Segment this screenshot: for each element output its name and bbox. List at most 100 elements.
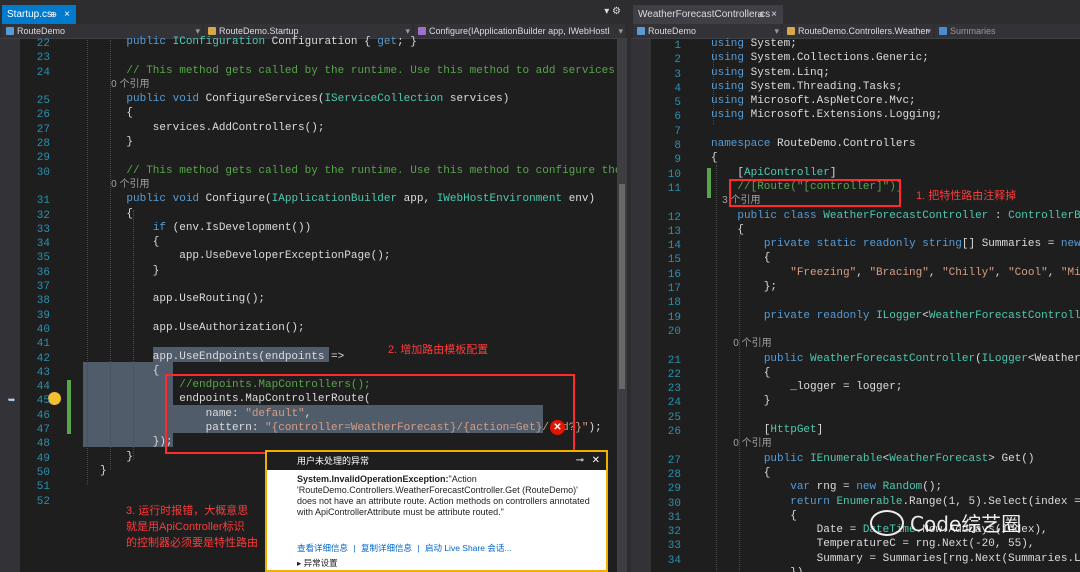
code-line[interactable]: }; (711, 280, 1080, 294)
code-line[interactable]: { (100, 235, 627, 249)
tab-overflow-icon[interactable]: ▾ ⚙ (604, 6, 621, 17)
code-line[interactable]: [ApiController] (711, 166, 1080, 180)
line-number: 9 (674, 154, 681, 167)
code-line[interactable]: ​ (711, 123, 1080, 137)
line-number: 1 (674, 40, 681, 52)
line-number: 31 (667, 511, 681, 524)
code-line[interactable]: return Enumerable.Range(1, 5).Select(ind… (711, 495, 1080, 509)
code-line[interactable]: ​ (711, 294, 1080, 308)
annotation-remove-route: 1. 把特性路由注释掉 (916, 190, 1017, 202)
code-line[interactable]: using System.Linq; (711, 66, 1080, 80)
code-line[interactable]: _logger = logger; (711, 380, 1080, 394)
code-line[interactable]: [HttpGet] (711, 423, 1080, 437)
code-line[interactable]: public IEnumerable<WeatherForecast> Get(… (711, 452, 1080, 466)
annotation-line: 3. 运行时报错，大概意思 (126, 505, 249, 517)
code-line[interactable]: 0 个引用 (100, 178, 627, 192)
code-line[interactable]: 0 个引用 (711, 437, 1080, 451)
code-line[interactable]: private static readonly string[] Summari… (711, 237, 1080, 251)
copy-details-link[interactable]: 复制详细信息 (361, 543, 412, 553)
view-details-link[interactable]: 查看详细信息 (297, 543, 348, 553)
separator: | (353, 543, 356, 553)
code-line[interactable]: ​ (711, 409, 1080, 423)
code-line[interactable]: using System; (711, 37, 1080, 51)
code-line[interactable]: public WeatherForecastController(ILogger… (711, 352, 1080, 366)
current-statement-arrow-icon: ➥ (8, 393, 16, 407)
code-line[interactable]: TemperatureC = rng.Next(-20, 55), (711, 537, 1080, 551)
left-vertical-scrollbar[interactable] (617, 39, 627, 572)
code-line[interactable]: { (711, 251, 1080, 265)
code-line[interactable]: ​ (100, 307, 627, 321)
code-line[interactable]: { (711, 151, 1080, 165)
code-line[interactable]: } (100, 135, 627, 149)
code-line[interactable]: if (env.IsDevelopment()) (100, 221, 627, 235)
tab-weatherforecastcontroller-cs[interactable]: WeatherForecastController.cs ⊕ × (633, 5, 783, 24)
line-number: 15 (667, 254, 681, 267)
line-number: 41 (36, 338, 50, 351)
line-number: 10 (667, 168, 681, 181)
line-number: 34 (36, 238, 50, 251)
code-line[interactable]: ​ (711, 323, 1080, 337)
code-line[interactable]: using Microsoft.Extensions.Logging; (711, 108, 1080, 122)
annotation-runtime-error: 3. 运行时报错，大概意思 就是用ApiController标识 的控制器必须要… (126, 503, 266, 551)
line-number: 39 (36, 309, 50, 322)
code-line[interactable]: } (100, 264, 627, 278)
exception-settings-toggle[interactable]: ▸ 异常设置 (297, 557, 338, 569)
code-line[interactable]: Summary = Summaries[rng.Next(Summaries.L… (711, 552, 1080, 566)
code-line[interactable]: private readonly ILogger<WeatherForecast… (711, 309, 1080, 323)
class-icon (208, 27, 216, 35)
code-line[interactable]: { (711, 466, 1080, 480)
controller-code[interactable]: using System; using System.Collections.Ge… (711, 37, 1080, 572)
code-line[interactable]: app.UseDeveloperExceptionPage(); (100, 249, 627, 263)
code-line[interactable]: ​ (100, 49, 627, 63)
close-icon[interactable]: × (64, 5, 70, 24)
code-line[interactable]: app.UseRouting(); (100, 292, 627, 306)
scrollbar-thumb[interactable] (619, 184, 625, 389)
code-line[interactable]: public class WeatherForecastController :… (711, 209, 1080, 223)
tab-startup-cs[interactable]: Startup.cs ⊕ × (2, 5, 76, 24)
code-line[interactable]: app.UseEndpoints(endpoints => (100, 350, 627, 364)
start-live-share-link[interactable]: 启动 Live Share 会话... (425, 543, 511, 553)
code-line[interactable]: namespace RouteDemo.Controllers (711, 137, 1080, 151)
close-icon[interactable]: ✕ (592, 452, 600, 470)
line-number: 25 (36, 95, 50, 108)
project-dropdown[interactable]: RouteDemo ▾ (633, 24, 781, 38)
code-line[interactable]: using System.Collections.Generic; (711, 51, 1080, 65)
code-line[interactable]: 0 个引用 (711, 337, 1080, 351)
class-dropdown[interactable]: RouteDemo.Controllers.Weather ▾ (783, 24, 933, 38)
exception-popup[interactable]: 用户未处理的异常 ⊸ ✕ System.InvalidOperationExce… (265, 450, 608, 572)
exception-popup-header: 用户未处理的异常 ⊸ ✕ (267, 452, 606, 470)
close-icon[interactable]: × (771, 5, 777, 24)
code-line[interactable]: "Freezing", "Bracing", "Chilly", "Cool",… (711, 266, 1080, 280)
exception-type: System.InvalidOperationException: (297, 474, 449, 484)
code-line[interactable]: ​ (100, 335, 627, 349)
line-number: 13 (667, 225, 681, 238)
code-line[interactable]: { (711, 366, 1080, 380)
code-line[interactable]: ​ (100, 149, 627, 163)
line-number: 7 (674, 125, 681, 138)
controller-editor-pane[interactable]: WeatherForecastController.cs ⊕ × RouteDe… (631, 0, 1080, 572)
code-line[interactable]: var rng = new Random(); (711, 480, 1080, 494)
code-line[interactable]: public void Configure(IApplicationBuilde… (100, 192, 627, 206)
line-number: 27 (36, 123, 50, 136)
code-line[interactable]: 0 个引用 (100, 78, 627, 92)
code-line[interactable]: services.AddControllers(); (100, 121, 627, 135)
code-line[interactable]: { (711, 223, 1080, 237)
pin-icon[interactable]: ⊸ (576, 452, 584, 470)
line-number: 37 (36, 281, 50, 294)
code-line[interactable]: // This method gets called by the runtim… (100, 164, 627, 178)
code-line[interactable]: ​ (100, 278, 627, 292)
code-line[interactable]: { (100, 106, 627, 120)
annotation-line: 的控制器必须要是特性路由 (126, 537, 258, 549)
code-line[interactable]: using System.Threading.Tasks; (711, 80, 1080, 94)
code-line[interactable]: } (711, 394, 1080, 408)
code-line[interactable]: public IConfiguration Configuration { ge… (100, 35, 627, 49)
code-line[interactable]: app.UseAuthorization(); (100, 321, 627, 335)
member-dropdown[interactable]: Summaries (935, 24, 1080, 38)
pin-icon[interactable]: ⊕ (757, 5, 764, 24)
code-line[interactable]: // This method gets called by the runtim… (100, 64, 627, 78)
code-line[interactable]: }) (711, 566, 1080, 572)
pin-icon[interactable]: ⊕ (50, 5, 57, 24)
code-line[interactable]: using Microsoft.AspNetCore.Mvc; (711, 94, 1080, 108)
code-line[interactable]: public void ConfigureServices(IServiceCo… (100, 92, 627, 106)
code-line[interactable]: { (100, 207, 627, 221)
